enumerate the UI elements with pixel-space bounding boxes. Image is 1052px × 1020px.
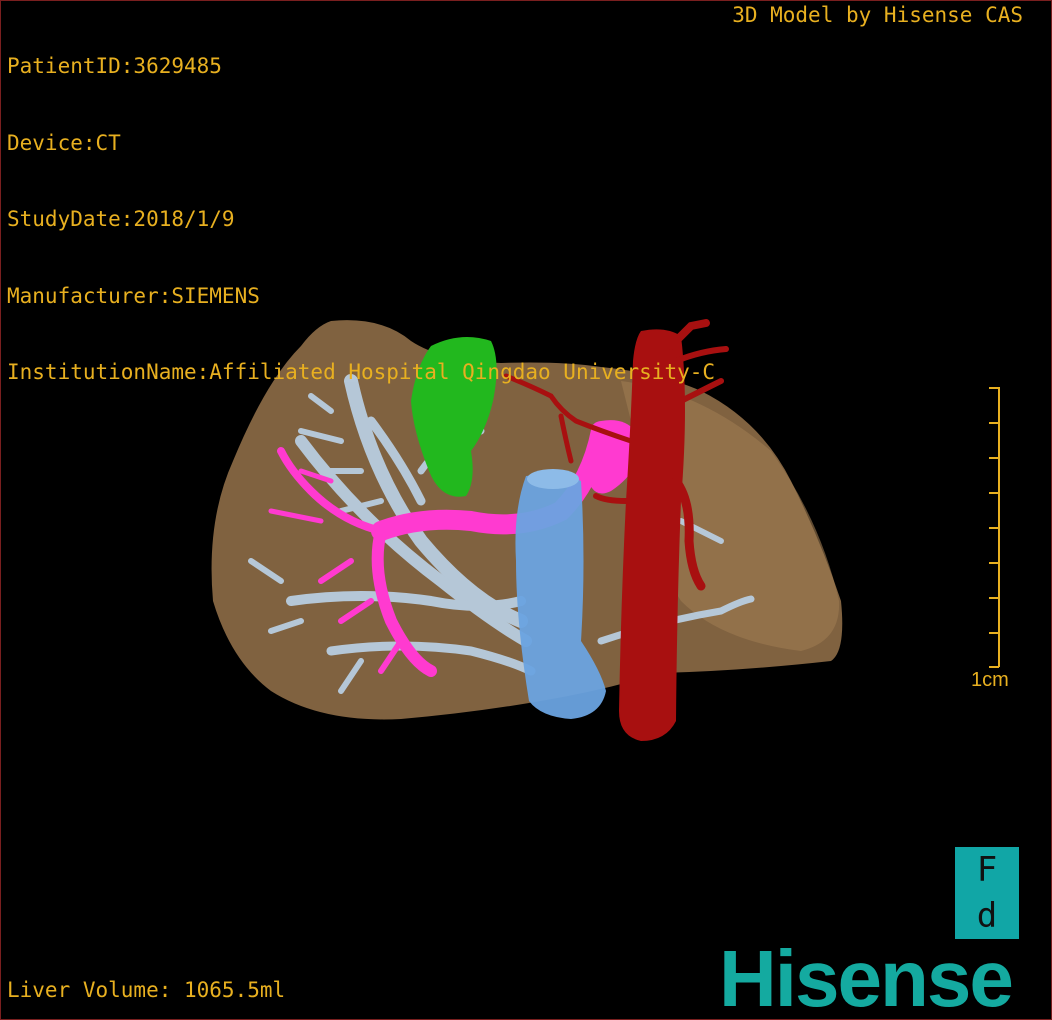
institution-text: InstitutionName:Affiliated Hospital Qing… <box>7 360 716 384</box>
scale-bar-label: 1cm <box>971 669 1009 691</box>
orientation-cube[interactable]: F d <box>955 847 1019 939</box>
orientation-letter-top: F <box>976 850 998 890</box>
ivc-opening <box>527 469 579 489</box>
patient-id-text: PatientID:3629485 <box>7 54 222 78</box>
orientation-letter-bottom: d <box>976 896 998 936</box>
liver-volume-text: Liver Volume: 1065.5ml <box>7 978 286 1002</box>
manufacturer-text: Manufacturer:SIEMENS <box>7 283 260 308</box>
viewer-frame: PatientID:3629485 Device:CT StudyDate:20… <box>0 0 1052 1020</box>
hisense-logo: Hisense <box>719 934 1014 1020</box>
study-date-text: StudyDate:2018/1/9 <box>7 207 235 231</box>
study-info-overlay: PatientID:3629485 Device:CT StudyDate:20… <box>7 3 715 437</box>
model-credit-text: 3D Model by Hisense CAS <box>732 3 1023 27</box>
device-text: Device:CT <box>7 130 121 155</box>
scale-bar <box>989 387 1000 668</box>
